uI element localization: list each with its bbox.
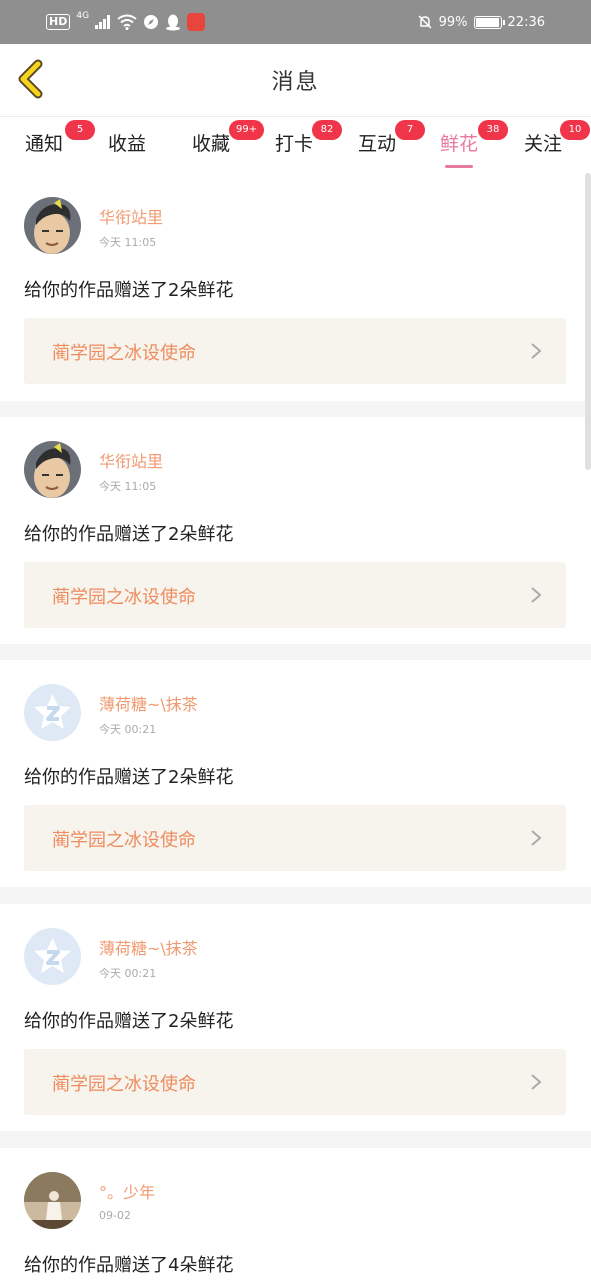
work-title: 蔺学园之冰设使命 [52,587,196,608]
chevron-right-icon [531,587,542,603]
battery-icon [473,15,505,29]
photo-avatar-icon [24,1172,81,1229]
tab-interactions[interactable]: 互动 7 [358,120,425,156]
username[interactable]: 薄荷糖~\抹茶 [99,935,198,959]
tab-label: 互动 [358,133,397,155]
work-title: 蔺学园之冰设使命 [52,343,196,364]
unread-badge: 5 [65,120,95,140]
work-link[interactable]: 蔺学园之冰设使命 [24,318,566,384]
unread-badge: 10 [560,120,590,140]
network-type: 4G [76,11,90,21]
tab-flowers[interactable]: 鲜花 38 [440,120,508,168]
message-text: 给你的作品赠送了4朵鲜花 [24,1255,234,1276]
timestamp: 今天 11:05 [99,236,157,249]
status-bar: HD 4G 99% 22:36 [0,0,591,44]
message-text: 给你的作品赠送了2朵鲜花 [24,524,234,545]
tab-follows[interactable]: 关注 10 [524,120,590,156]
app-icon [187,13,206,31]
unread-badge: 99+ [229,120,265,140]
timestamp: 今天 00:21 [99,967,157,980]
tab-label: 收益 [108,133,147,155]
timestamp: 今天 11:05 [99,480,157,493]
cartoon-man-avatar-icon [24,197,81,254]
tab-notifications[interactable]: 通知 5 [25,120,95,156]
message-card: 薄荷糖~\抹茶 今天 00:21 给你的作品赠送了2朵鲜花 蔺学园之冰设使命 [0,660,591,887]
username[interactable]: 华衔站里 [99,448,163,472]
timestamp: 今天 00:21 [99,723,157,736]
header: 消息 [0,44,591,117]
work-link[interactable]: 蔺学园之冰设使命 [24,1049,566,1115]
chevron-right-icon [531,830,542,846]
timestamp: 09-02 [99,1209,131,1222]
tab-label: 鲜花 [440,133,479,155]
tab-bar: 通知 5 收益 收藏 99+ 打卡 82 互动 7 鲜花 38 关注 10 [0,117,591,173]
username[interactable]: 华衔站里 [99,204,163,228]
active-tab-indicator [445,165,474,168]
qq-default-avatar-icon [24,928,81,985]
username[interactable]: 薄荷糖~\抹茶 [99,691,198,715]
chevron-right-icon [531,1074,542,1090]
battery-percent: 99% [438,14,468,30]
tab-label: 打卡 [275,133,314,155]
message-card: 华衔站里 今天 11:05 给你的作品赠送了2朵鲜花 蔺学园之冰设使命 [0,173,591,401]
tab-label: 收藏 [192,133,231,155]
avatar[interactable] [24,197,81,254]
scrollbar[interactable] [585,173,591,470]
compass-icon [144,15,159,29]
tab-earnings[interactable]: 收益 [108,129,146,156]
status-left: HD 4G [46,11,206,33]
work-title: 蔺学园之冰设使命 [52,1074,196,1095]
work-title: 蔺学园之冰设使命 [52,830,196,851]
avatar[interactable] [24,441,81,498]
bell-muted-icon [418,15,432,29]
qq-default-avatar-icon [24,684,81,741]
battery-fill [475,17,500,27]
page-title: 消息 [271,70,320,95]
status-right: 99% 22:36 [417,11,545,33]
message-card: °。少年 09-02 给你的作品赠送了4朵鲜花 [0,1148,591,1280]
avatar[interactable] [24,928,81,985]
hd-indicator: HD [46,14,71,30]
work-link[interactable]: 蔺学园之冰设使命 [24,562,566,628]
qq-icon [166,14,181,30]
message-feed[interactable]: 华衔站里 今天 11:05 给你的作品赠送了2朵鲜花 蔺学园之冰设使命 华衔站里… [0,173,591,1280]
wifi-icon [117,14,137,30]
avatar[interactable] [24,684,81,741]
username[interactable]: °。少年 [99,1179,155,1203]
avatar[interactable] [24,1172,81,1229]
unread-badge: 82 [312,120,342,140]
tab-label: 关注 [524,133,563,155]
tab-checkin[interactable]: 打卡 82 [275,120,342,156]
clock: 22:36 [507,14,545,30]
work-link[interactable]: 蔺学园之冰设使命 [24,805,566,871]
cartoon-man-avatar-icon [24,441,81,498]
chevron-right-icon [531,343,542,359]
signal-icon [95,15,111,29]
message-card: 薄荷糖~\抹茶 今天 00:21 给你的作品赠送了2朵鲜花 蔺学园之冰设使命 [0,904,591,1131]
message-text: 给你的作品赠送了2朵鲜花 [24,280,234,301]
unread-badge: 7 [395,120,425,140]
unread-badge: 38 [478,120,508,140]
tab-favorites[interactable]: 收藏 99+ [192,120,265,156]
tab-label: 通知 [25,133,64,155]
message-text: 给你的作品赠送了2朵鲜花 [24,1011,234,1032]
message-text: 给你的作品赠送了2朵鲜花 [24,767,234,788]
message-card: 华衔站里 今天 11:05 给你的作品赠送了2朵鲜花 蔺学园之冰设使命 [0,417,591,644]
